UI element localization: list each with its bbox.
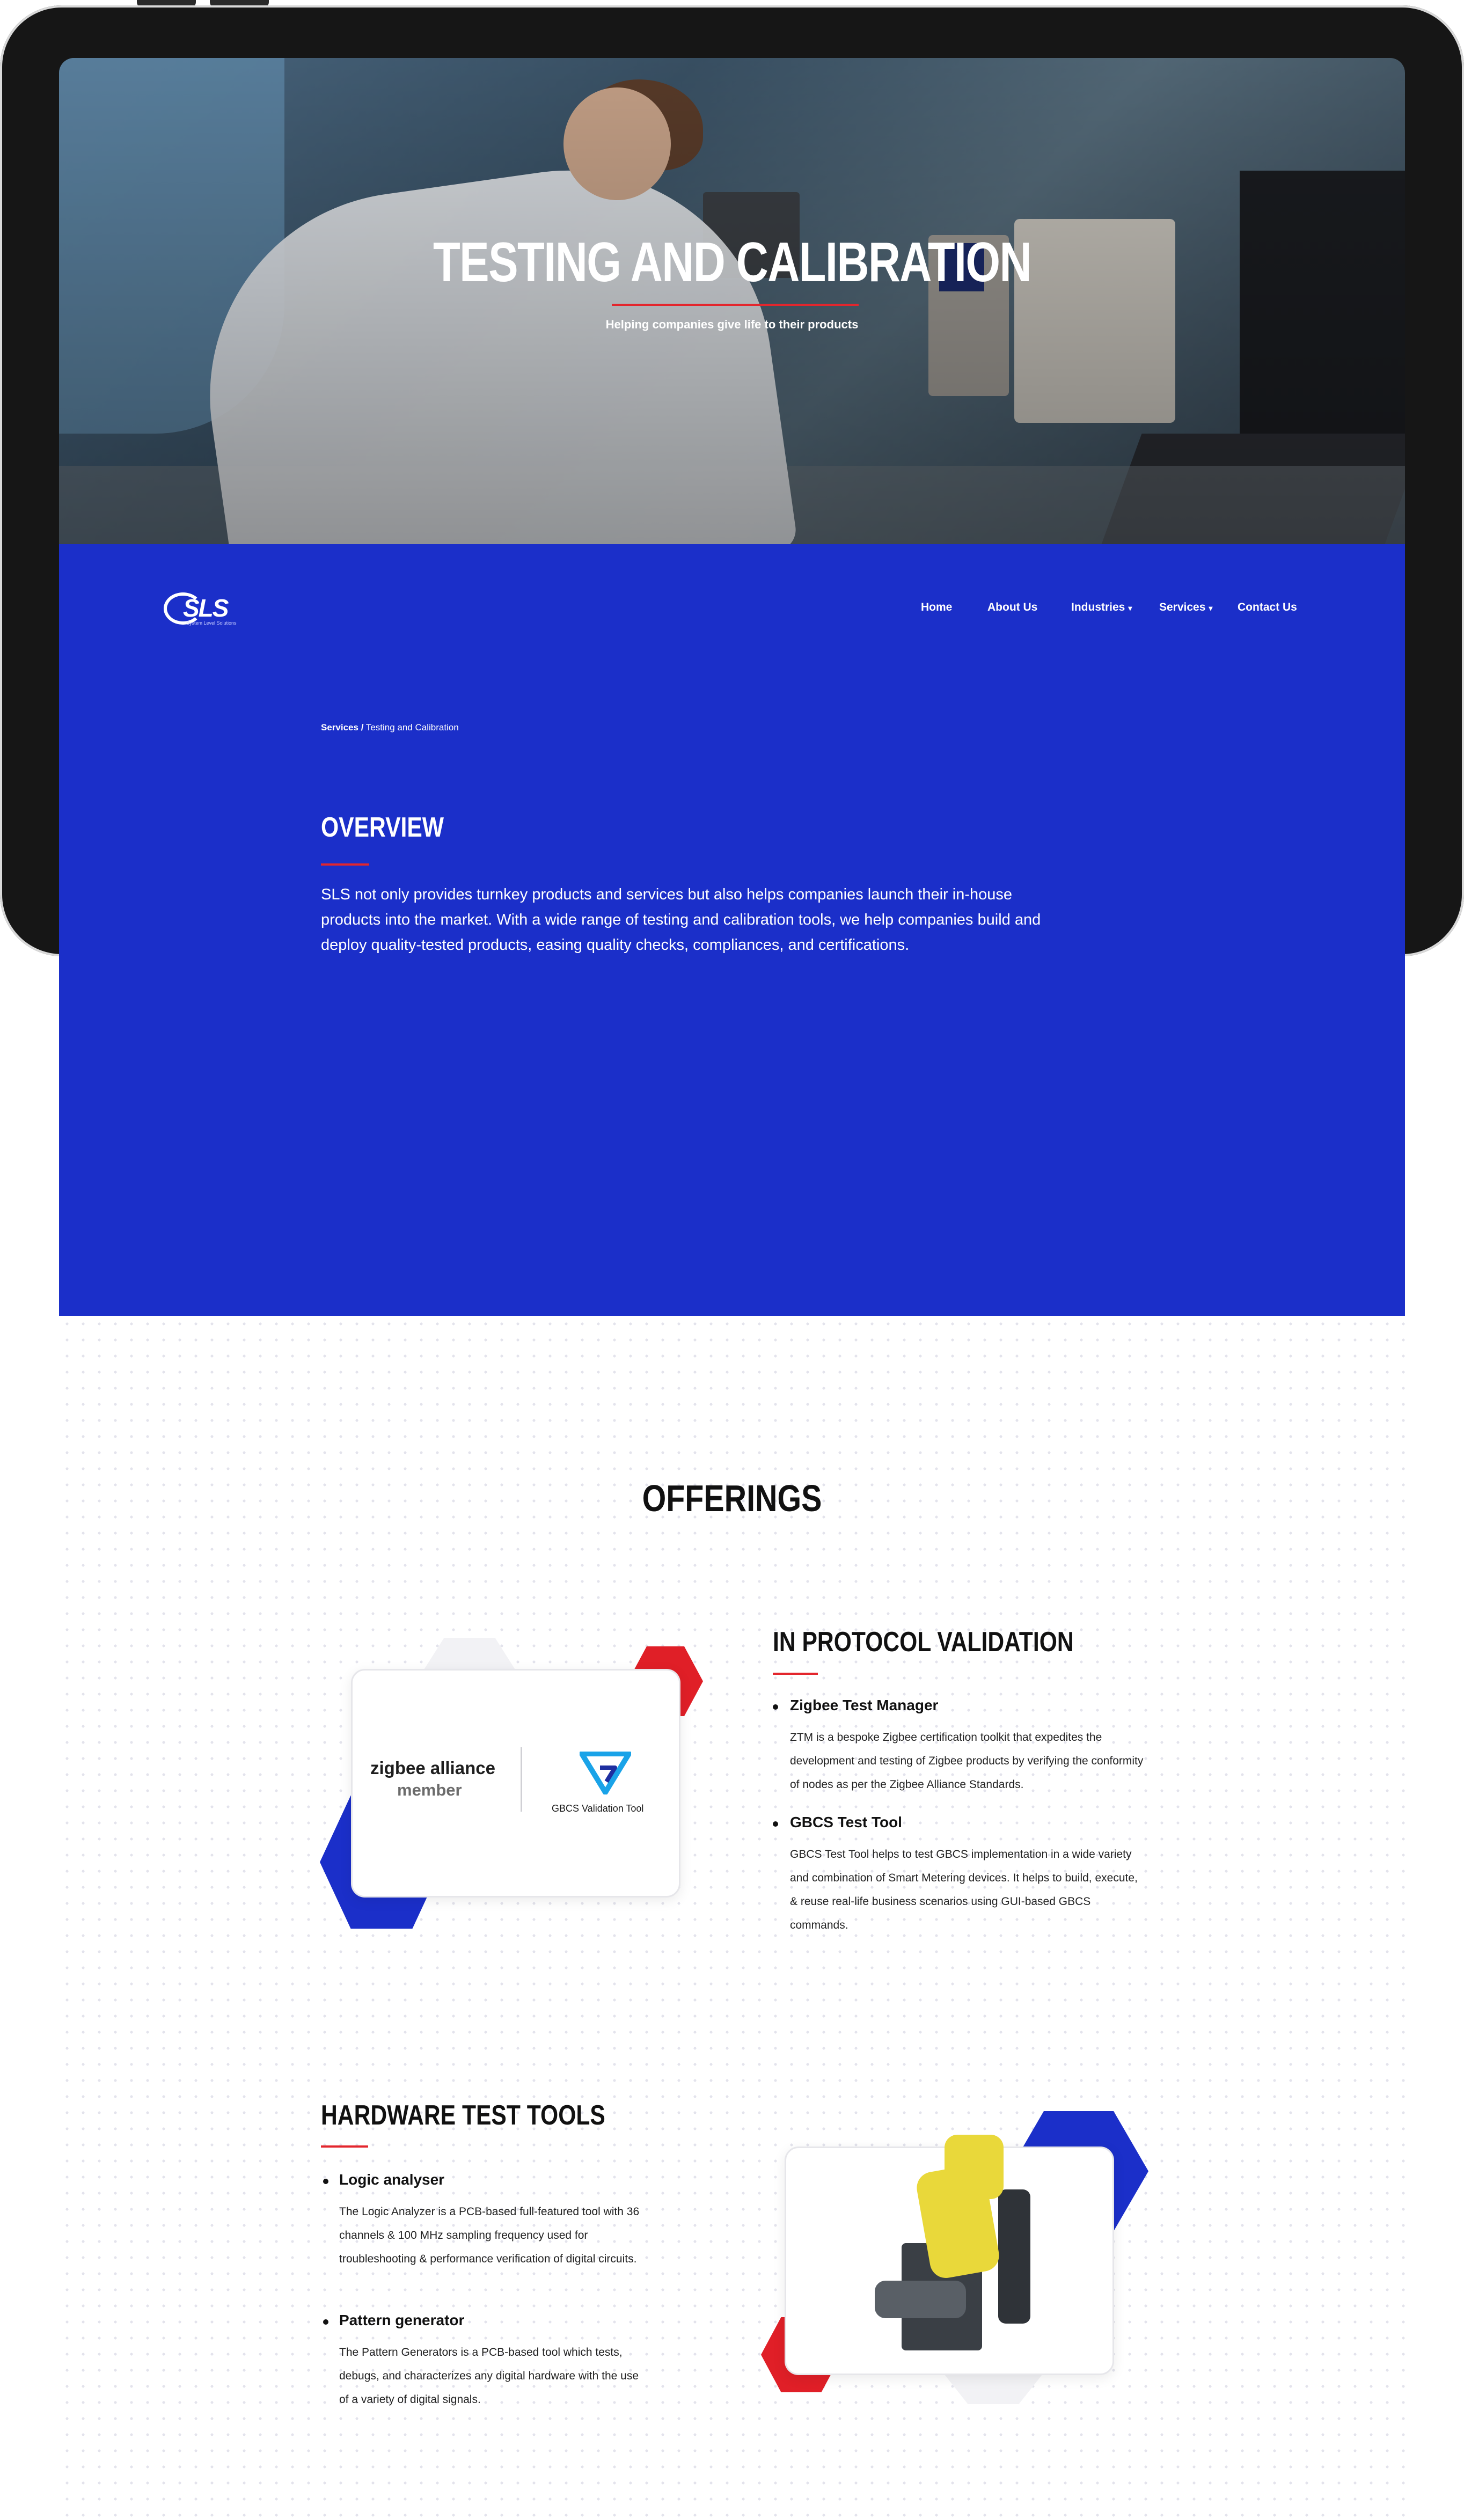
logic-analyser-title: Logic analyser <box>339 2171 445 2188</box>
protocol-heading: IN PROTOCOL VALIDATION <box>773 1627 1074 1658</box>
heading-underline <box>321 863 369 866</box>
nav-contact-us[interactable]: Contact Us <box>1238 601 1297 614</box>
breadcrumb: Services / Testing and Calibration <box>321 722 459 733</box>
nav-services-label: Services <box>1159 601 1206 613</box>
logo-text: SLS <box>183 594 229 622</box>
heading-underline <box>321 2145 368 2148</box>
bullet-dot <box>323 2179 328 2184</box>
test-tool-image-part <box>998 2189 1030 2324</box>
chevron-down-icon: ▾ <box>1128 604 1132 612</box>
gbcs-test-tool-title: GBCS Test Tool <box>790 1814 902 1830</box>
pattern-generator-title: Pattern generator <box>339 2312 465 2328</box>
overview-heading: OVERVIEW <box>321 812 444 843</box>
nav-industries-label: Industries <box>1071 601 1125 613</box>
hero-title-underline <box>612 304 859 306</box>
heading-underline <box>773 1673 818 1675</box>
nav-services[interactable]: Services ▾ <box>1159 601 1212 614</box>
breadcrumb-separator: / <box>361 722 364 732</box>
test-tool-image-part <box>875 2281 966 2318</box>
hero-subtitle: Helping companies give life to their pro… <box>605 318 859 331</box>
nav-home[interactable]: Home <box>921 601 952 614</box>
zigbee-test-manager-title: Zigbee Test Manager <box>790 1697 939 1713</box>
logic-analyser-text: The Logic Analyzer is a PCB-based full-f… <box>339 2206 640 2265</box>
bullet-dot <box>773 1821 778 1827</box>
nav-contact-label: Contact Us <box>1238 601 1297 613</box>
gbcs-logo-icon <box>580 1752 631 1794</box>
overview-text: SLS not only provides turnkey products a… <box>321 886 1041 954</box>
bullet-dot <box>323 2319 328 2325</box>
gbcs-test-tool-text: GBCS Test Tool helps to test GBCS implem… <box>790 1848 1138 1931</box>
hero-title: TESTING AND CALIBRATION <box>433 231 1032 294</box>
test-tool-image-part <box>945 2135 1004 2199</box>
nav-industries[interactable]: Industries ▾ <box>1071 601 1132 614</box>
offerings-title: OFFERINGS <box>642 1477 822 1519</box>
zigbee-test-manager-text: ZTM is a bespoke Zigbee certification to… <box>790 1731 1144 1791</box>
nav-about-us[interactable]: About Us <box>987 601 1037 614</box>
nav-home-label: Home <box>921 601 953 613</box>
zigbee-logo-text: zigbee alliance <box>370 1758 495 1778</box>
pattern-generator-text: The Pattern Generators is a PCB-based to… <box>339 2346 639 2406</box>
nav-about-label: About Us <box>987 601 1038 613</box>
gbcs-validation-label: GBCS Validation Tool <box>552 1803 644 1814</box>
breadcrumb-parent[interactable]: Services <box>321 722 358 732</box>
chevron-down-icon: ▾ <box>1209 604 1213 612</box>
hardware-heading: HARDWARE TEST TOOLS <box>321 2100 605 2131</box>
zigbee-member-text: member <box>397 1781 462 1799</box>
hero-banner <box>59 58 1405 544</box>
logo-tagline: System Level Solutions <box>186 620 237 626</box>
bullet-dot <box>773 1704 778 1710</box>
breadcrumb-current: Testing and Calibration <box>365 722 459 732</box>
card-divider <box>521 1747 522 1812</box>
sls-logo[interactable]: SLS System Level Solutions <box>164 585 255 628</box>
hero-photo-overlay <box>59 58 1405 544</box>
